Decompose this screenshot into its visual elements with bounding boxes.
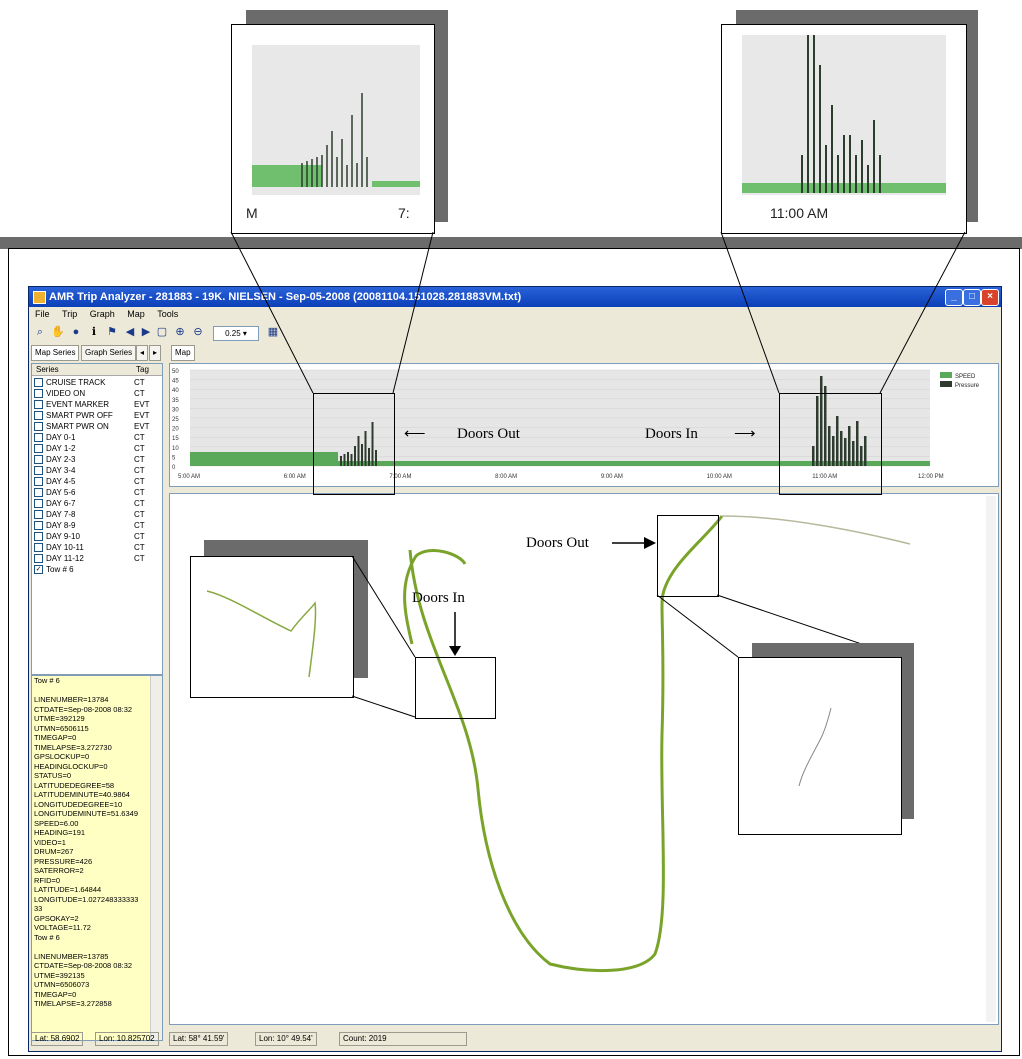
map-zoom-callout-right — [738, 657, 902, 835]
annotation-doors-out-map: Doors Out — [526, 535, 589, 551]
map-zoom-right-track — [798, 707, 832, 787]
callout-lines-map — [351, 537, 901, 718]
annotation-doors-in-map: Doors In — [412, 590, 465, 606]
